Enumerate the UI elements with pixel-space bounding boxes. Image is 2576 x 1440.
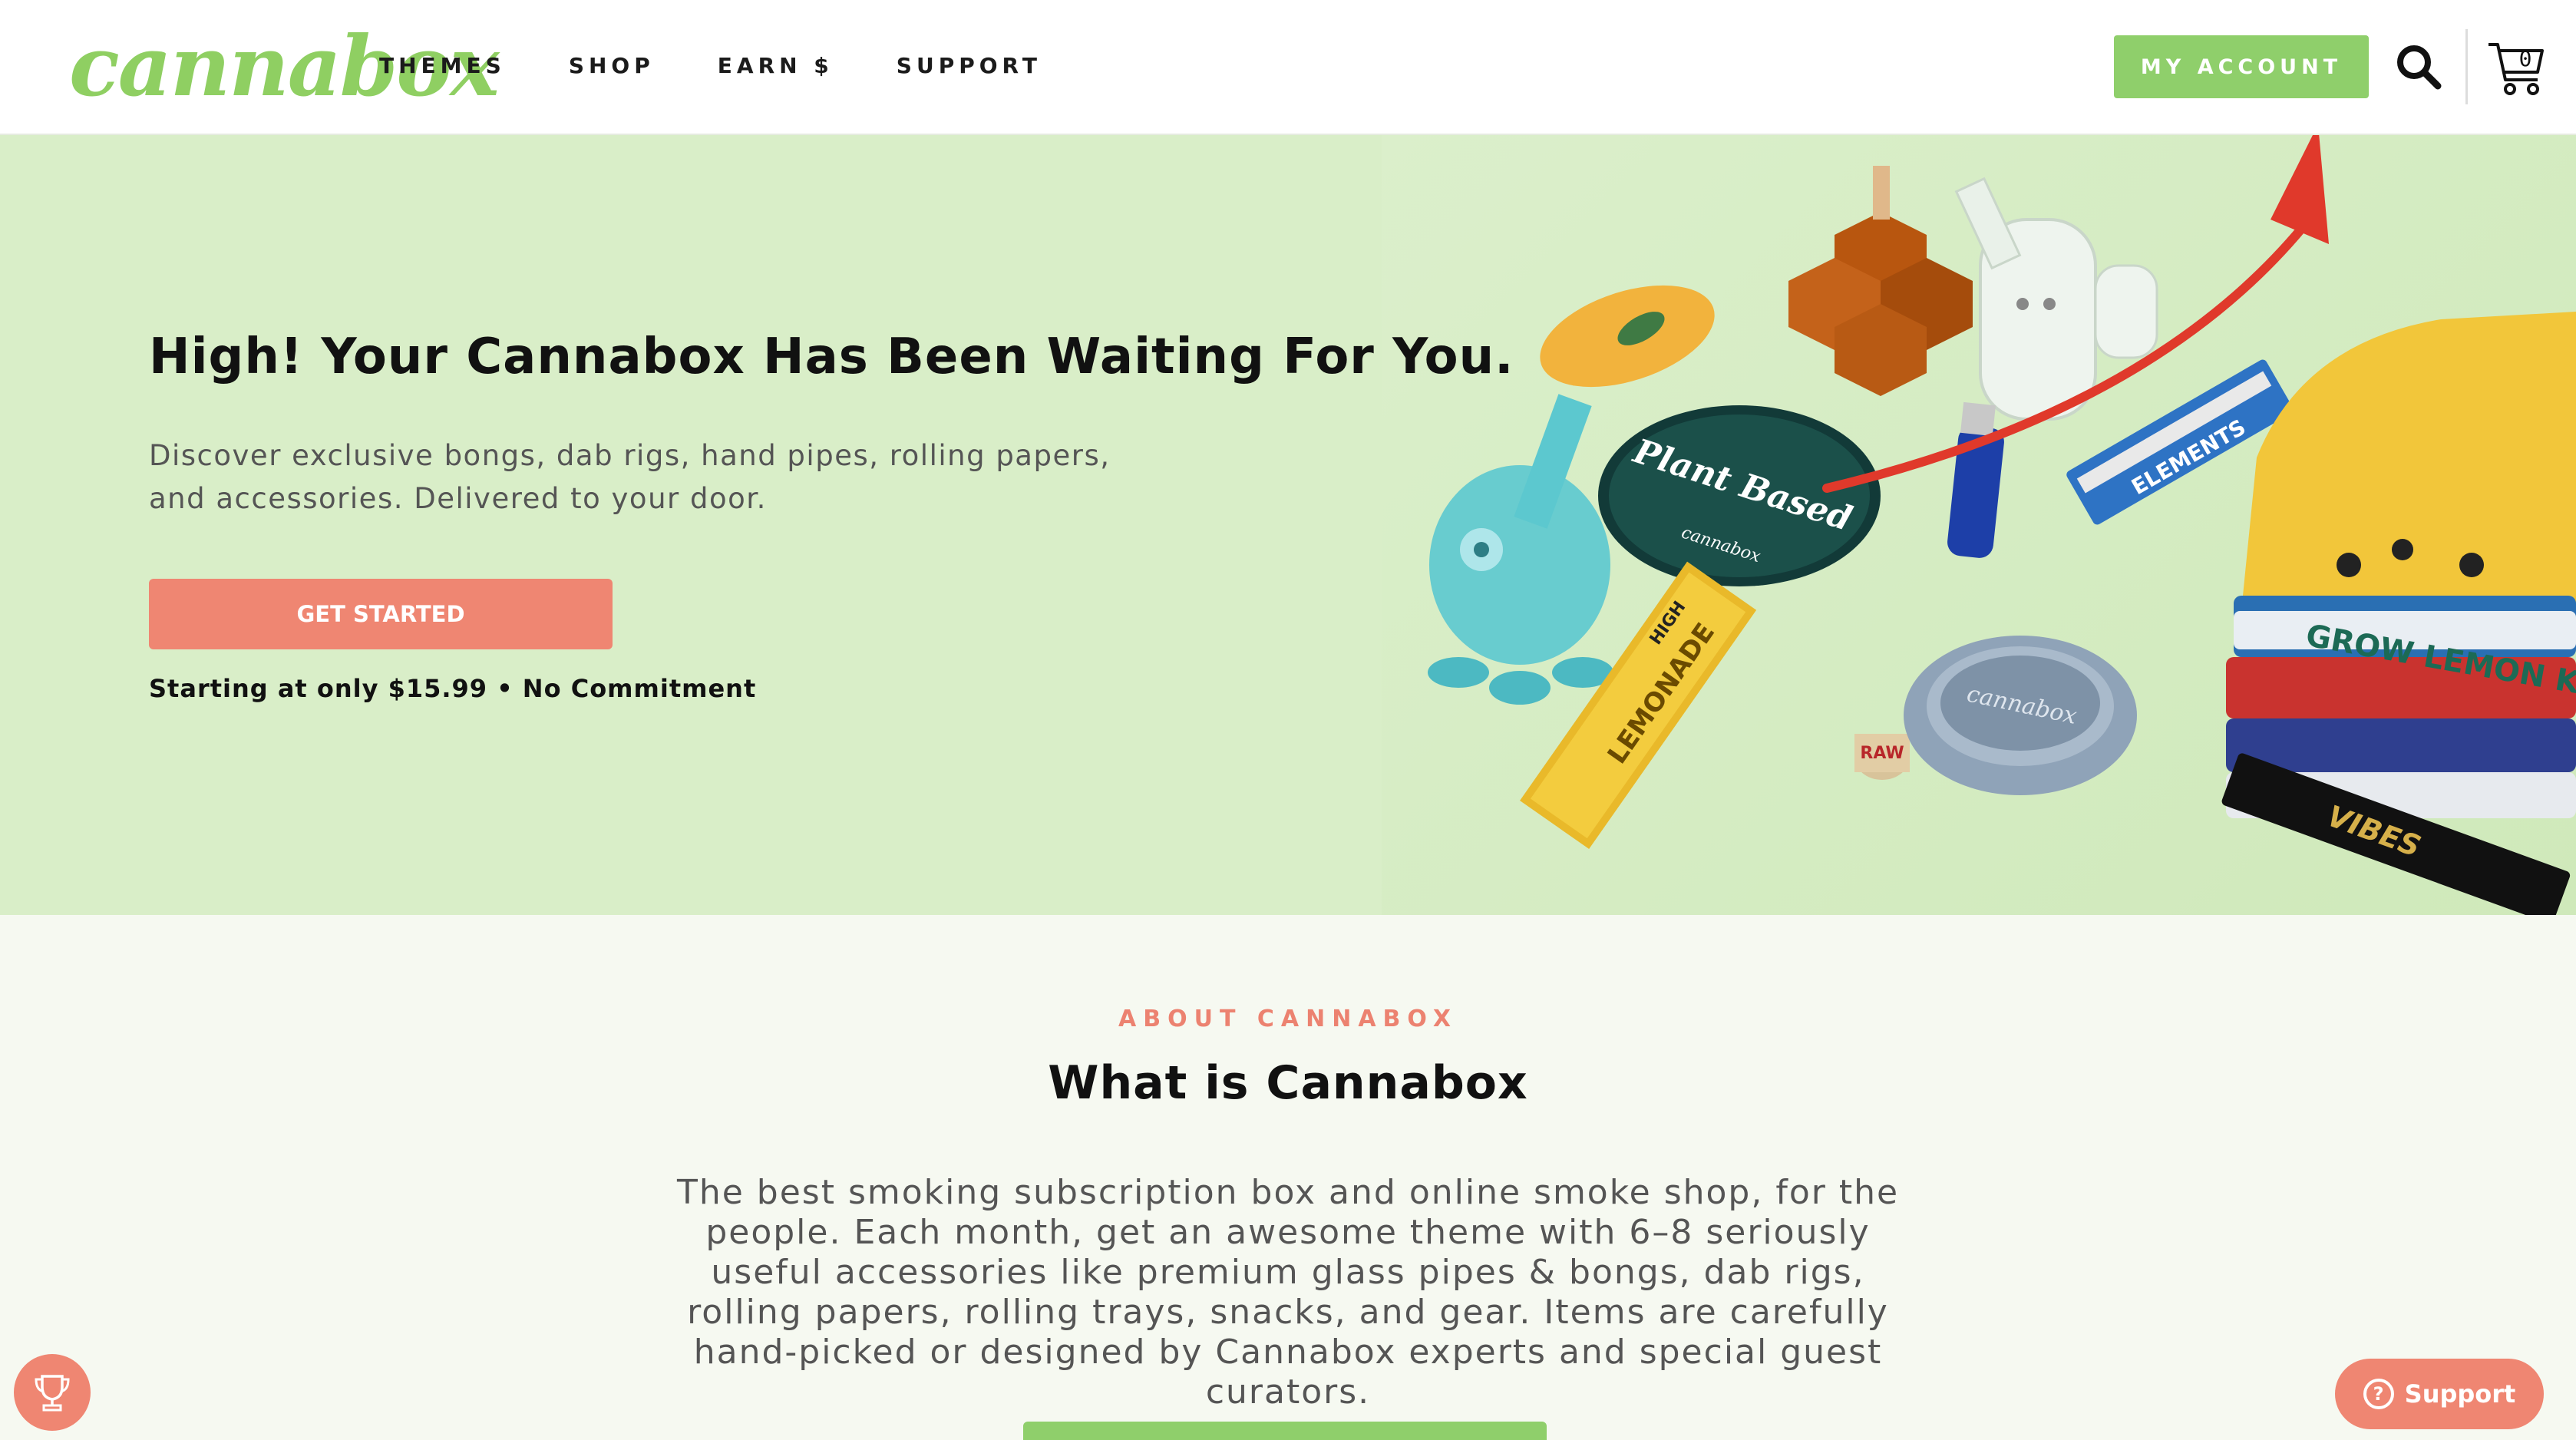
about-eyebrow: ABOUT CANNABOX bbox=[1118, 1006, 1458, 1032]
site-header: cannabox THEMES SHOP EARN $ SUPPORT MY A… bbox=[0, 0, 2576, 135]
help-icon: ? bbox=[2363, 1379, 2394, 1409]
honeycomb-bong-image bbox=[1788, 166, 1973, 396]
my-account-button[interactable]: MY ACCOUNT bbox=[2114, 35, 2369, 98]
cart-count: 0 bbox=[2518, 46, 2532, 71]
support-widget-button[interactable]: ? Support bbox=[2335, 1359, 2544, 1429]
hero-title: High! Your Cannabox Has Been Waiting For… bbox=[149, 329, 1514, 385]
header-divider bbox=[2465, 29, 2468, 104]
search-icon[interactable] bbox=[2393, 41, 2444, 92]
support-widget-label: Support bbox=[2404, 1379, 2516, 1409]
lemon-pipe-image bbox=[1540, 285, 1715, 388]
rewards-button[interactable] bbox=[14, 1354, 91, 1431]
ashtray-image: cannabox bbox=[1904, 636, 2137, 795]
ghost-bong-image bbox=[1954, 177, 2158, 421]
trophy-icon bbox=[35, 1375, 70, 1412]
hero-description: Discover exclusive bongs, dab rigs, hand… bbox=[149, 439, 1111, 515]
nav-themes[interactable]: THEMES bbox=[379, 49, 506, 83]
about-text: The best smoking subscription box and on… bbox=[676, 1173, 1900, 1412]
about-title: What is Cannabox bbox=[1048, 1056, 1528, 1110]
products-illustration: Plant Based cannabox ELEMENTS LEMONADE H… bbox=[1428, 135, 2576, 915]
get-started-button[interactable]: GET STARTED bbox=[149, 579, 613, 649]
raw-tips-image: RAW bbox=[1854, 734, 1910, 780]
nav-shop[interactable]: SHOP bbox=[569, 49, 655, 83]
hero-section: Plant Based cannabox ELEMENTS LEMONADE H… bbox=[0, 135, 2576, 915]
main-nav: THEMES SHOP EARN $ SUPPORT bbox=[379, 49, 1042, 83]
pricing-note: Starting at only $15.99 • No Commitment bbox=[149, 674, 757, 703]
lighter-image bbox=[1947, 401, 2004, 558]
tips-brand-text: RAW bbox=[1860, 744, 1904, 763]
nav-earn[interactable]: EARN $ bbox=[718, 49, 834, 83]
about-cta-button[interactable] bbox=[1023, 1422, 1547, 1440]
octopus-bong-image bbox=[1428, 394, 1613, 705]
nav-support[interactable]: SUPPORT bbox=[897, 49, 1042, 83]
plant-based-coaster-image: Plant Based cannabox bbox=[1598, 405, 1881, 586]
